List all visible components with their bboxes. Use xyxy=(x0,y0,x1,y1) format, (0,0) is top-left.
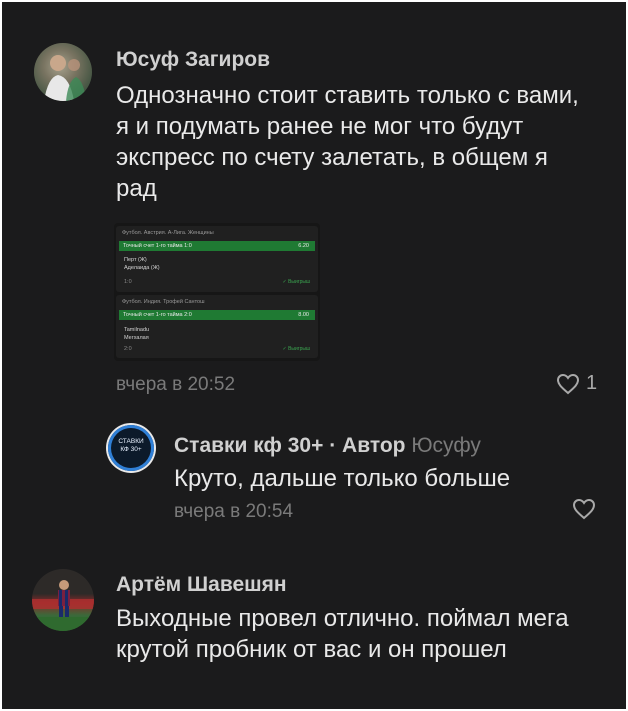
bet-odds: 8.00 xyxy=(298,311,309,318)
author-avatar[interactable]: СТАВКИ КФ 30+ xyxy=(108,425,154,471)
comment-author[interactable]: Юсуф Загиров xyxy=(116,48,270,72)
comment-text: Однозначно стоит ставить только с вами, … xyxy=(116,82,579,202)
bet-score: 1:0 xyxy=(124,279,132,285)
heart-outline-icon xyxy=(572,498,596,520)
bet-score: 2:0 xyxy=(124,346,132,352)
reply-to-name[interactable]: Юсуфу xyxy=(411,434,481,457)
reply-timestamp[interactable]: вчера в 20:54 xyxy=(174,501,293,523)
bet-slip-image[interactable]: Футбол. Австрия. А-Лига. Женщины Точный … xyxy=(114,223,320,361)
heart-outline-icon xyxy=(556,373,580,394)
bet-team-1: Перт (Ж) xyxy=(124,257,147,263)
reply-like-button[interactable] xyxy=(572,498,596,520)
bet-odds: 6.20 xyxy=(298,242,309,249)
bet-market: Точный счет 1-го тайма 2:0 xyxy=(123,311,192,318)
reply-text: Круто, дальше только больше xyxy=(174,465,511,492)
bet-card: Футбол. Индия. Трофей Сантош Точный счет… xyxy=(116,295,318,358)
reply-author[interactable]: Ставки кф 30+ · Автор Юсуфу xyxy=(174,434,481,458)
bet-card: Футбол. Австрия. А-Лига. Женщины Точный … xyxy=(116,226,318,292)
bet-team-2: Аделаида (Ж) xyxy=(124,265,160,271)
author-badge: · Автор xyxy=(329,434,406,457)
comment-timestamp[interactable]: вчера в 20:52 xyxy=(116,374,235,396)
reply-author-name[interactable]: Ставки кф 30+ xyxy=(174,434,323,457)
bet-market-bar: Точный счет 1-го тайма 2:0 8.00 xyxy=(119,310,315,320)
avatar-label: СТАВКИ КФ 30+ xyxy=(118,438,144,453)
like-count: 1 xyxy=(586,372,598,394)
comment-author[interactable]: Артём Шавешян xyxy=(116,573,287,597)
like-button[interactable]: 1 xyxy=(556,372,597,395)
bet-market-bar: Точный счет 1-го тайма 1:0 6.20 xyxy=(119,241,315,251)
bet-team-2: Мегхалая xyxy=(124,335,149,341)
bet-league: Футбол. Индия. Трофей Сантош xyxy=(122,299,205,305)
avatar[interactable] xyxy=(32,569,94,631)
bet-market: Точный счет 1-го тайма 1:0 xyxy=(123,242,192,249)
bet-status: ✓ Выигрыш xyxy=(282,279,310,285)
bet-league: Футбол. Австрия. А-Лига. Женщины xyxy=(122,230,214,236)
avatar[interactable] xyxy=(34,43,92,101)
comments-panel: Юсуф Загиров Однозначно стоит ставить то… xyxy=(2,2,626,709)
comment-text: Выходные провел отлично. поймал мега кру… xyxy=(116,605,569,663)
bet-team-1: Tamilnadu xyxy=(124,327,150,333)
bet-status: ✓ Выигрыш xyxy=(282,346,310,352)
